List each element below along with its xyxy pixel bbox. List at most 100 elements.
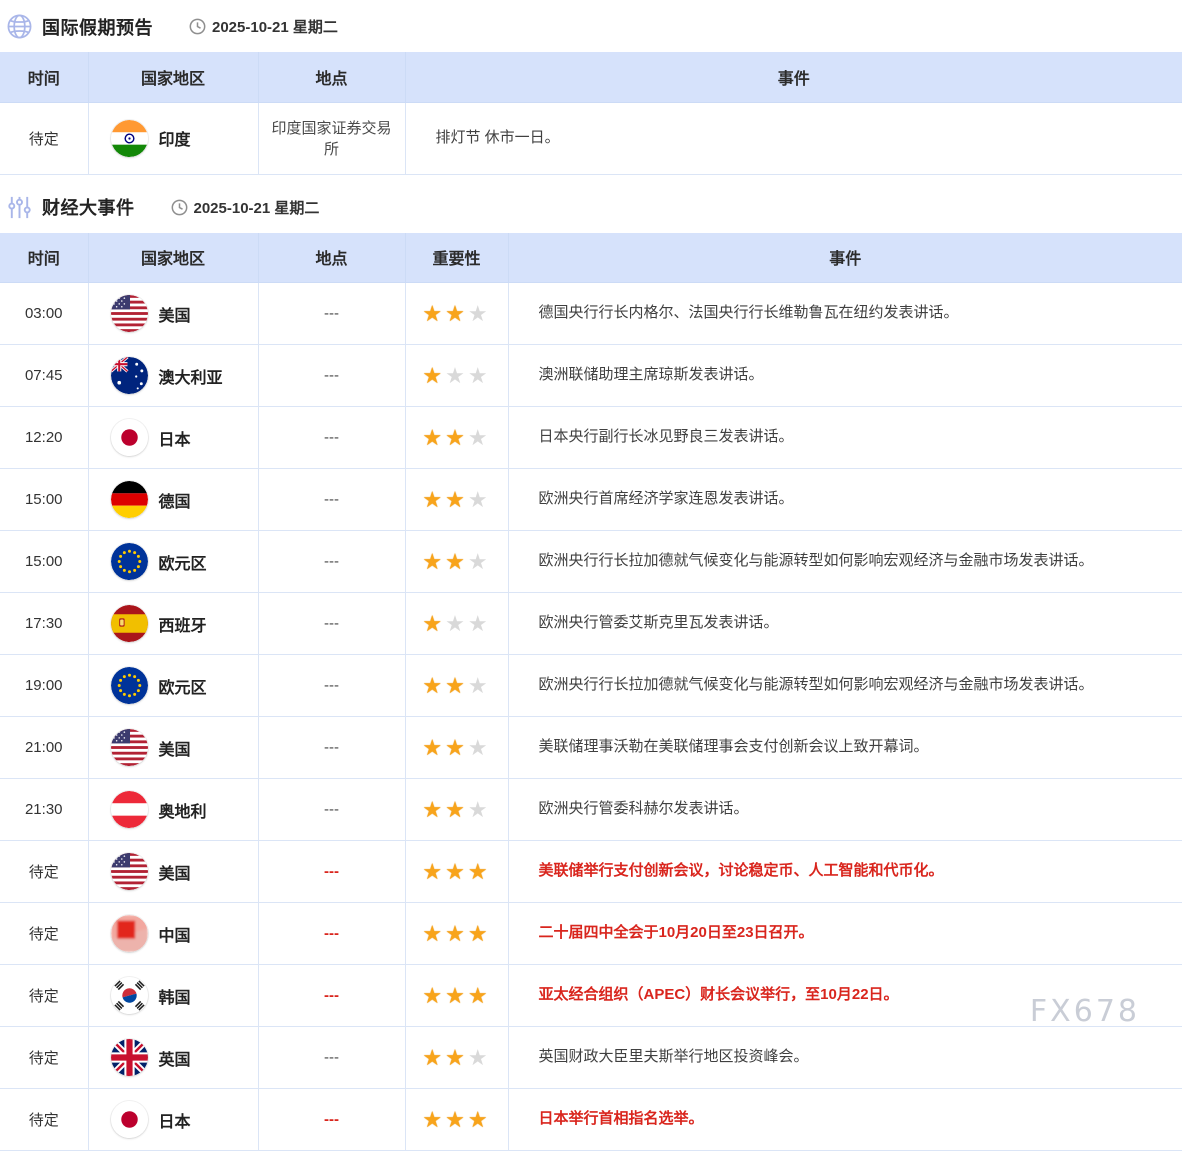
importance-stars: ★★★ bbox=[405, 779, 508, 841]
holiday-table: 时间 国家地区 地点 事件 待定印度印度国家证券交易所排灯节 休市一日。 bbox=[0, 52, 1182, 175]
event-text: 日本央行副行长冰见野良三发表讲话。 bbox=[508, 407, 1182, 469]
us-flag-icon bbox=[111, 295, 148, 332]
location-cell: --- bbox=[258, 717, 405, 779]
star-icon: ★ bbox=[468, 1107, 491, 1132]
events-table: 时间 国家地区 地点 重要性 事件 03:00美国---★★★德国央行行长内格尔… bbox=[0, 233, 1182, 1151]
star-icon: ★ bbox=[445, 1045, 468, 1070]
time-cell: 21:30 bbox=[0, 779, 88, 841]
star-icon: ★ bbox=[422, 735, 445, 760]
country-cell: 美国 bbox=[88, 283, 258, 345]
event-text: 欧洲央行首席经济学家连恩发表讲话。 bbox=[508, 469, 1182, 531]
country-name: 欧元区 bbox=[159, 550, 207, 574]
col-time: 时间 bbox=[0, 233, 88, 283]
col-event: 事件 bbox=[405, 52, 1182, 102]
us-flag-icon bbox=[111, 853, 148, 890]
country-name: 美国 bbox=[159, 860, 191, 884]
country-cell: 欧元区 bbox=[88, 531, 258, 593]
event-row: 待定印度印度国家证券交易所排灯节 休市一日。 bbox=[0, 102, 1182, 174]
event-row: 待定英国---★★★英国财政大臣里夫斯举行地区投资峰会。 bbox=[0, 1027, 1182, 1089]
star-icon: ★ bbox=[468, 487, 491, 512]
country-cell: 奥地利 bbox=[88, 779, 258, 841]
star-icon: ★ bbox=[422, 797, 445, 822]
importance-stars: ★★★ bbox=[405, 655, 508, 717]
star-icon: ★ bbox=[445, 1107, 468, 1132]
importance-stars: ★★★ bbox=[405, 717, 508, 779]
section-date: 2025-10-21 星期二 bbox=[212, 16, 338, 37]
country-cell: 日本 bbox=[88, 407, 258, 469]
holiday-table-body: 待定印度印度国家证券交易所排灯节 休市一日。 bbox=[0, 102, 1182, 174]
col-time: 时间 bbox=[0, 52, 88, 102]
event-text: 日本举行首相指名选举。 bbox=[508, 1089, 1182, 1151]
event-text: 欧洲央行行长拉加德就气候变化与能源转型如何影响宏观经济与金融市场发表讲话。 bbox=[508, 655, 1182, 717]
country-cell: 欧元区 bbox=[88, 655, 258, 717]
section-title: 国际假期预告 bbox=[42, 14, 153, 40]
star-icon: ★ bbox=[445, 487, 468, 512]
star-icon: ★ bbox=[468, 611, 491, 636]
country-cell: 西班牙 bbox=[88, 593, 258, 655]
star-icon: ★ bbox=[445, 983, 468, 1008]
event-row: 19:00欧元区---★★★欧洲央行行长拉加德就气候变化与能源转型如何影响宏观经… bbox=[0, 655, 1182, 717]
time-cell: 待定 bbox=[0, 903, 88, 965]
country-name: 印度 bbox=[159, 126, 191, 150]
star-icon: ★ bbox=[468, 425, 491, 450]
importance-stars: ★★★ bbox=[405, 531, 508, 593]
event-row: 15:00德国---★★★欧洲央行首席经济学家连恩发表讲话。 bbox=[0, 469, 1182, 531]
star-icon: ★ bbox=[468, 363, 491, 388]
section-date: 2025-10-21 星期二 bbox=[194, 197, 320, 218]
star-icon: ★ bbox=[422, 363, 445, 388]
event-row: 03:00美国---★★★德国央行行长内格尔、法国央行行长维勒鲁瓦在纽约发表讲话… bbox=[0, 283, 1182, 345]
time-cell: 19:00 bbox=[0, 655, 88, 717]
star-icon: ★ bbox=[445, 425, 468, 450]
location-cell: --- bbox=[258, 779, 405, 841]
col-country: 国家地区 bbox=[88, 233, 258, 283]
star-icon: ★ bbox=[422, 301, 445, 326]
event-row: 待定中国---★★★二十届四中全会于10月20日至23日召开。 bbox=[0, 903, 1182, 965]
time-cell: 07:45 bbox=[0, 345, 88, 407]
star-icon: ★ bbox=[422, 487, 445, 512]
star-icon: ★ bbox=[468, 673, 491, 698]
star-icon: ★ bbox=[468, 859, 491, 884]
event-row: 21:00美国---★★★美联储理事沃勒在美联储理事会支付创新会议上致开幕词。 bbox=[0, 717, 1182, 779]
star-icon: ★ bbox=[468, 921, 491, 946]
country-cell: 英国 bbox=[88, 1027, 258, 1089]
events-section-header: 财经大事件 2025-10-21 星期二 bbox=[0, 181, 1182, 233]
star-icon: ★ bbox=[445, 921, 468, 946]
time-cell: 21:00 bbox=[0, 717, 88, 779]
location-cell: --- bbox=[258, 345, 405, 407]
country-name: 美国 bbox=[159, 736, 191, 760]
country-cell: 韩国 bbox=[88, 965, 258, 1027]
event-row: 12:20日本---★★★日本央行副行长冰见野良三发表讲话。 bbox=[0, 407, 1182, 469]
kr-flag-icon bbox=[111, 977, 148, 1014]
location-cell: --- bbox=[258, 407, 405, 469]
country-name: 韩国 bbox=[159, 984, 191, 1008]
time-cell: 12:20 bbox=[0, 407, 88, 469]
location-cell: --- bbox=[258, 841, 405, 903]
event-row: 待定美国---★★★美联储举行支付创新会议，讨论稳定币、人工智能和代币化。 bbox=[0, 841, 1182, 903]
time-cell: 15:00 bbox=[0, 531, 88, 593]
importance-stars: ★★★ bbox=[405, 283, 508, 345]
star-icon: ★ bbox=[468, 983, 491, 1008]
country-name: 中国 bbox=[159, 922, 191, 946]
location-cell: --- bbox=[258, 593, 405, 655]
importance-stars: ★★★ bbox=[405, 1089, 508, 1151]
globe-icon bbox=[6, 13, 33, 40]
star-icon: ★ bbox=[445, 735, 468, 760]
star-icon: ★ bbox=[422, 673, 445, 698]
star-icon: ★ bbox=[445, 673, 468, 698]
time-cell: 15:00 bbox=[0, 469, 88, 531]
location-cell: --- bbox=[258, 531, 405, 593]
star-icon: ★ bbox=[445, 549, 468, 574]
location-cell: --- bbox=[258, 1089, 405, 1151]
star-icon: ★ bbox=[468, 301, 491, 326]
star-icon: ★ bbox=[445, 859, 468, 884]
cn-flag-icon bbox=[111, 915, 148, 952]
event-row: 07:45澳大利亚---★★★澳洲联储助理主席琼斯发表讲话。 bbox=[0, 345, 1182, 407]
importance-stars: ★★★ bbox=[405, 593, 508, 655]
location-cell: --- bbox=[258, 965, 405, 1027]
clock-icon bbox=[171, 199, 188, 216]
star-icon: ★ bbox=[422, 1107, 445, 1132]
country-name: 澳大利亚 bbox=[159, 364, 223, 388]
star-icon: ★ bbox=[445, 301, 468, 326]
star-icon: ★ bbox=[422, 921, 445, 946]
location-cell: 印度国家证券交易所 bbox=[258, 102, 405, 174]
